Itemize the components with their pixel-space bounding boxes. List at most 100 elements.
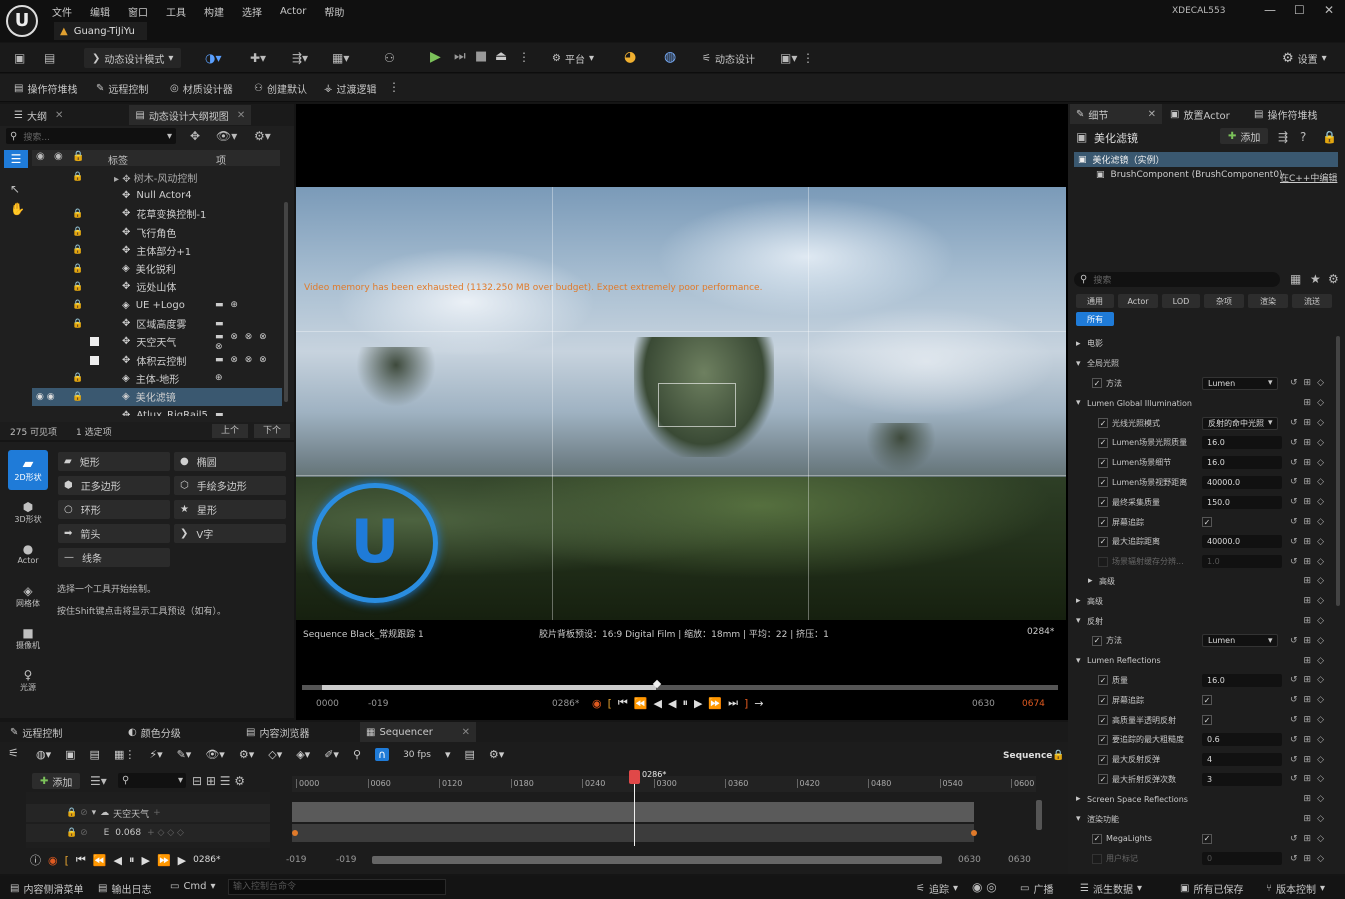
chevron-down-icon[interactable]: ▾ xyxy=(1076,359,1081,369)
list-item[interactable]: 🔒 ▸ ✥ 树木-风动控制 xyxy=(32,168,282,186)
checkbox-icon[interactable]: ✓ xyxy=(1202,715,1212,726)
list-item[interactable]: 🔒 ✥ 远处山体 xyxy=(32,278,282,296)
track-row[interactable]: 🔒 ⊘ E 0.068 + ◇ ◇ ◇ xyxy=(26,824,270,842)
category-light[interactable]: ♀ 光源 xyxy=(8,668,48,693)
lock-icon[interactable]: 🔒 ⊘ xyxy=(66,828,88,838)
pause-icon[interactable]: ⏸ xyxy=(682,696,688,710)
derived-data-button[interactable]: ☰ 派生数据 ▾ xyxy=(1080,881,1142,896)
menu-actor[interactable]: Actor xyxy=(280,6,306,17)
fps-label[interactable]: 30 fps xyxy=(403,750,431,760)
track-value[interactable]: 0.068 xyxy=(115,828,141,838)
reset-icon[interactable]: ↺⊞◇ xyxy=(1290,477,1330,487)
reset-icon[interactable]: ↺⊞◇ xyxy=(1290,418,1330,428)
maximize-icon[interactable]: ☐ xyxy=(1294,3,1305,17)
list-item[interactable]: 🔒 ◈ 美化锐利 xyxy=(32,259,282,277)
property-value[interactable]: 3 xyxy=(1202,772,1282,786)
bracket-start-icon[interactable]: [ xyxy=(65,854,69,867)
operator-stack-button[interactable]: ▤ 操作符堆栈 xyxy=(14,81,77,96)
menu-help[interactable]: 帮助 xyxy=(324,4,344,19)
tab-motion-outliner[interactable]: ▤ 动态设计大纲视图 ✕ xyxy=(129,105,252,125)
tool-line[interactable]: — 线条 xyxy=(58,548,170,567)
category-2d[interactable]: ▰ 2D形状 xyxy=(8,450,48,490)
property-row[interactable]: 场景辐射缓存分辨... 1.0 ↺⊞◇ xyxy=(1072,552,1338,572)
reset-icon[interactable]: ↺⊞◇ xyxy=(1290,834,1330,844)
current-frame[interactable]: 0286* xyxy=(193,855,220,865)
tab-content-browser[interactable]: ▤ 内容浏览器 xyxy=(240,722,315,742)
property-dropdown[interactable]: 反射的命中光照 xyxy=(1202,416,1278,430)
row-extra-icons[interactable]: ▬ xyxy=(215,319,226,329)
lock-icon[interactable]: 🔒 xyxy=(72,227,83,237)
lock-icon[interactable]: 🔒 xyxy=(72,392,83,402)
category-mesh[interactable]: ◈ 网格体 xyxy=(8,584,48,609)
unreal-logo-icon[interactable]: U xyxy=(6,5,38,37)
chevron-down-icon[interactable]: ▾ xyxy=(1076,398,1081,408)
checkbox-icon[interactable]: ✓ xyxy=(1098,754,1108,765)
hand-icon[interactable]: ✋ xyxy=(10,202,25,216)
prev-frame-icon[interactable]: ◀ xyxy=(654,697,662,710)
reset-icon[interactable]: ↺⊞◇ xyxy=(1290,715,1330,725)
prev-button[interactable]: 上个 xyxy=(212,424,248,438)
remote-control-button[interactable]: ✎ 远程控制 xyxy=(96,81,148,96)
info-icon[interactable]: ⓘ xyxy=(30,852,41,868)
gear-icon[interactable]: ⚙▾ xyxy=(489,748,504,761)
motion-design-button[interactable]: ⚟ 动态设计 xyxy=(702,51,755,66)
property-value[interactable]: 40000.0 xyxy=(1202,535,1282,549)
edit-cpp-link[interactable]: 在C++中编辑 xyxy=(1280,171,1337,184)
checkbox-icon[interactable] xyxy=(90,355,99,365)
curve-icon[interactable]: ⚡▾ xyxy=(149,748,162,761)
range-end[interactable]: 0630 xyxy=(958,855,981,865)
gear-icon[interactable]: ⚙▾ xyxy=(254,129,271,143)
property-value[interactable]: 4 xyxy=(1202,753,1282,767)
property-value[interactable]: 0.6 xyxy=(1202,733,1282,747)
checkbox-icon[interactable]: ✓ xyxy=(1098,497,1108,508)
checkbox-icon[interactable]: ✓ xyxy=(1098,774,1108,785)
viewport-timeline[interactable] xyxy=(302,679,1058,690)
prev-frame-icon[interactable]: ◀ xyxy=(114,854,122,867)
chevron-down-icon[interactable]: ▾ xyxy=(1076,616,1081,626)
cmd-dropdown[interactable]: ▭ Cmd ▾ xyxy=(170,881,216,892)
close-icon[interactable]: ✕ xyxy=(237,110,245,121)
eject-icon[interactable]: ⏏ xyxy=(495,50,507,64)
cursor-icon[interactable]: ↖ xyxy=(10,182,20,196)
checkbox-icon[interactable]: ✓ xyxy=(1098,457,1108,468)
prev-key-icon[interactable]: ⏪ xyxy=(93,854,107,867)
chevron-down-icon[interactable]: ▾ xyxy=(1268,418,1273,428)
list-item[interactable]: 🔒 ◈ UE +Logo ▬ ⊕ xyxy=(32,296,282,314)
property-dropdown[interactable]: Lumen xyxy=(1202,634,1278,648)
reset-icon[interactable]: ⊞◇ xyxy=(1304,814,1330,824)
material-designer-button[interactable]: ◎ 材质设计器 xyxy=(170,81,233,96)
range-end-b[interactable]: 0630 xyxy=(1008,855,1031,865)
more-icon[interactable]: ⋮ xyxy=(388,80,400,94)
menu-edit[interactable]: 编辑 xyxy=(90,4,110,19)
checkbox-icon[interactable]: ✓ xyxy=(1092,833,1102,844)
sequencer-scrollbar-h[interactable] xyxy=(372,856,942,864)
reset-icon[interactable]: ↺⊞◇ xyxy=(1290,755,1330,765)
lock-icon[interactable]: 🔒 xyxy=(72,300,83,310)
key-icon[interactable]: ✎▾ xyxy=(177,748,192,761)
row-extra-icons[interactable]: ⊕ xyxy=(215,373,225,383)
keyframe[interactable] xyxy=(971,830,977,836)
content-icon[interactable]: ▤ xyxy=(44,51,55,65)
details-section[interactable]: ▾ Lumen Reflections ⊞◇ xyxy=(1072,651,1338,671)
property-row[interactable]: ✓ 方法 Lumen ▾ ↺⊞◇ xyxy=(1072,374,1338,394)
menu-build[interactable]: 构建 xyxy=(204,4,224,19)
chevron-down-icon[interactable]: ▾ xyxy=(1268,378,1273,388)
loop-icon[interactable]: → xyxy=(754,697,763,710)
bracket-end-icon[interactable]: ] xyxy=(744,697,748,710)
chevron-down-icon[interactable]: ▾ xyxy=(1076,656,1081,666)
grid-icon[interactable]: ▦ xyxy=(1290,272,1301,286)
property-row[interactable]: ✓ 最大追踪距离 40000.0 ↺⊞◇ xyxy=(1072,532,1338,552)
checkbox-icon[interactable]: ✓ xyxy=(1098,675,1108,686)
property-row[interactable]: ✓ 最大反射反弹 4 ↺⊞◇ xyxy=(1072,750,1338,770)
checkbox-icon[interactable] xyxy=(90,337,99,347)
list-item[interactable]: 🔒 ✥ 主体部分+1 xyxy=(32,241,282,259)
reset-icon[interactable]: ↺⊞◇ xyxy=(1290,675,1330,685)
transition-logic-button[interactable]: ⚶ 过渡逻辑 xyxy=(324,81,377,96)
property-row[interactable]: ✓ Lumen场景细节 16.0 ↺⊞◇ xyxy=(1072,453,1338,473)
checkbox-icon[interactable]: ✓ xyxy=(1098,715,1108,726)
checkbox-icon[interactable]: ✓ xyxy=(1202,833,1212,844)
add-component-button[interactable]: ✚ 添加 xyxy=(1220,128,1269,144)
details-section[interactable]: ▸ 高级 ⊞◇ xyxy=(1072,591,1338,611)
checkbox-icon[interactable]: ✓ xyxy=(1202,517,1212,528)
blueprint-icon[interactable]: ⇶▾ xyxy=(292,51,308,65)
